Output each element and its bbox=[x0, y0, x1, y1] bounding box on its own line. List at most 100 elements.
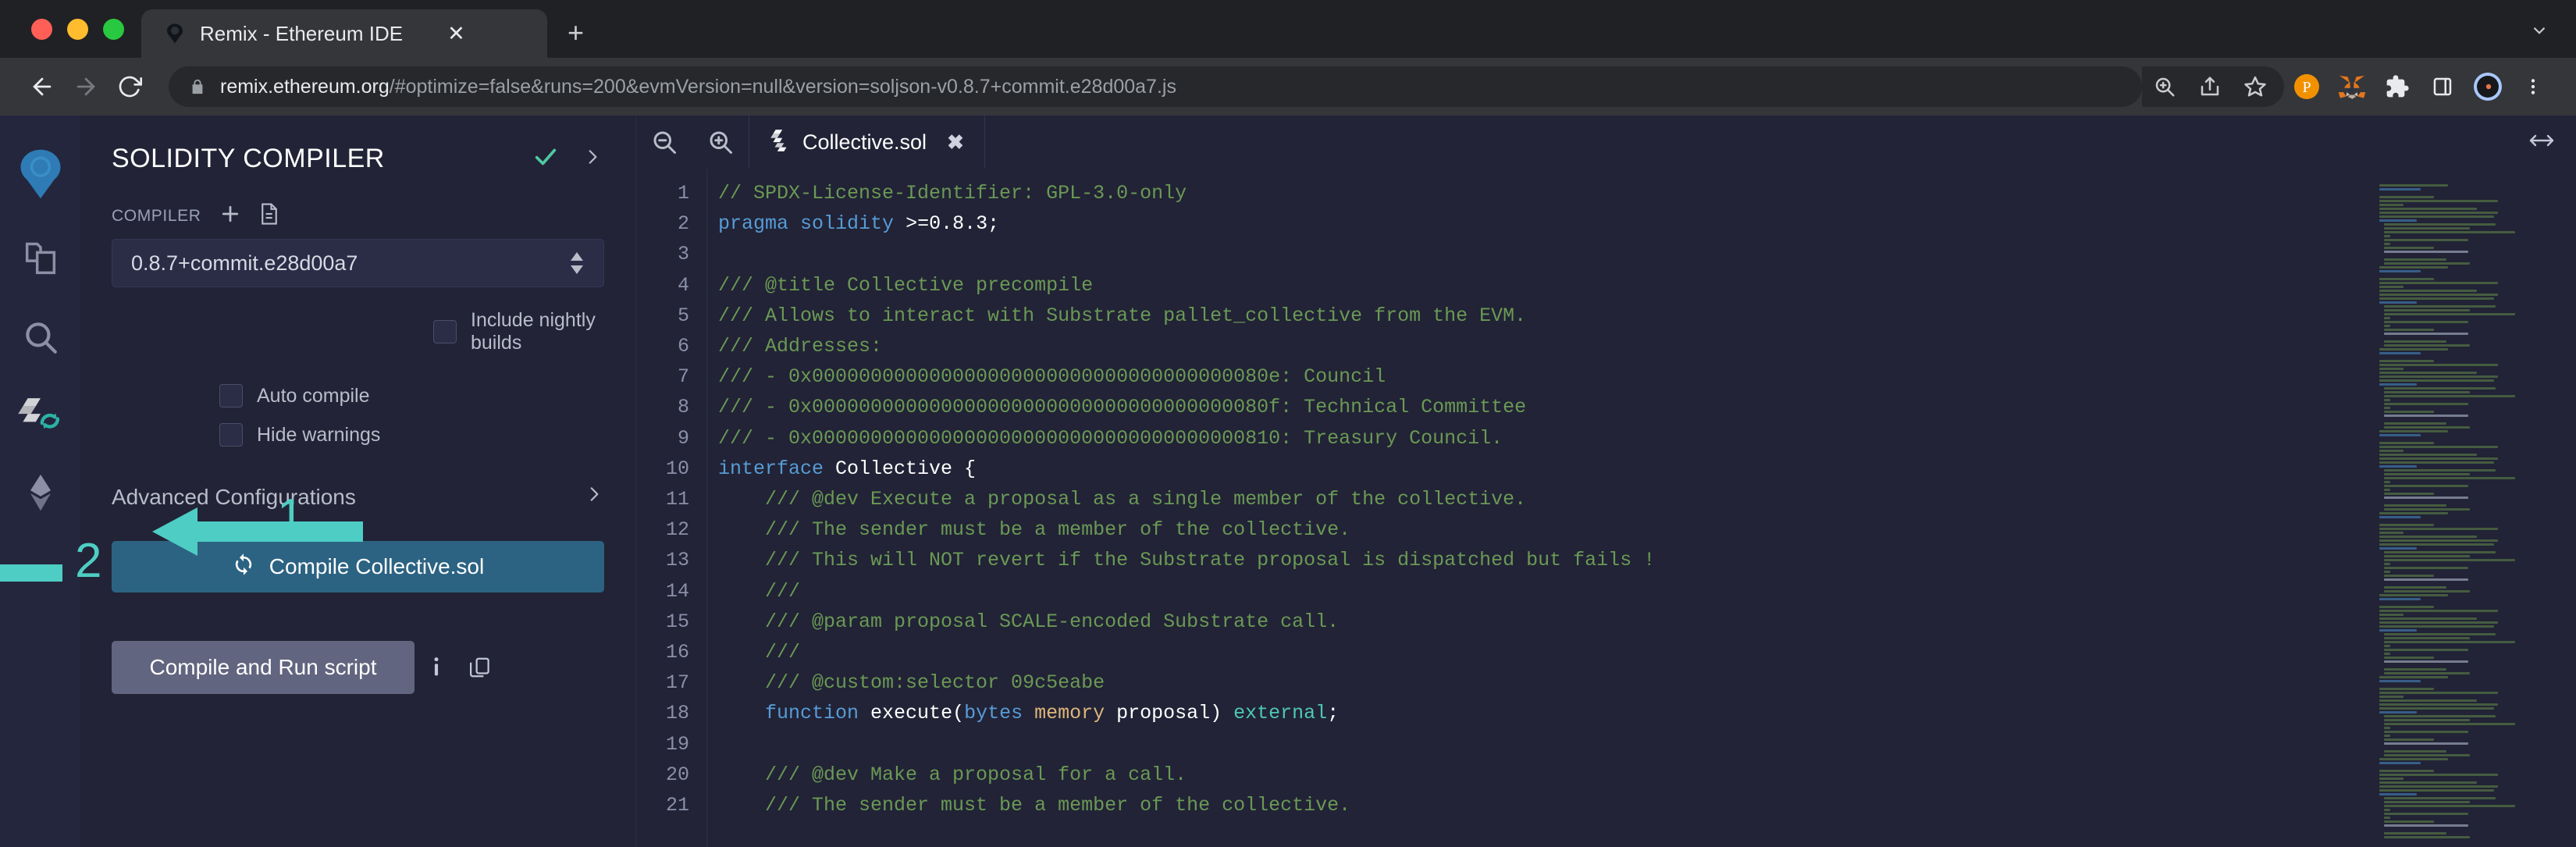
sidebar-item-search[interactable] bbox=[0, 298, 80, 376]
minimap-line bbox=[2384, 317, 2391, 319]
close-window-button[interactable] bbox=[31, 18, 52, 40]
close-icon[interactable]: ✖ bbox=[947, 130, 964, 155]
editor-file-tab[interactable]: Collective.sol ✖ bbox=[749, 116, 985, 169]
reload-icon[interactable] bbox=[108, 65, 151, 109]
profile-avatar-icon[interactable] bbox=[2465, 64, 2510, 109]
close-icon[interactable]: ✕ bbox=[447, 23, 465, 44]
hide-warnings-row[interactable]: Hide warnings bbox=[80, 407, 635, 447]
code-line[interactable]: /// The sender must be a member of the c… bbox=[718, 514, 2365, 545]
compile-and-run-script-button[interactable]: Compile and Run script bbox=[112, 641, 415, 694]
side-panel-icon[interactable] bbox=[2420, 64, 2465, 109]
minimap-line bbox=[2384, 508, 2471, 511]
code-line[interactable]: interface Collective { bbox=[718, 454, 2365, 484]
minimap-line bbox=[2384, 305, 2496, 308]
extensions-puzzle-icon[interactable] bbox=[2375, 64, 2420, 109]
minimize-window-button[interactable] bbox=[67, 18, 88, 40]
share-icon[interactable] bbox=[2187, 64, 2233, 109]
copy-icon[interactable] bbox=[458, 646, 502, 689]
hide-warnings-checkbox[interactable] bbox=[219, 423, 243, 447]
chevron-right-icon[interactable] bbox=[584, 484, 604, 510]
compiler-version-select[interactable]: 0.8.7+commit.e28d00a7 bbox=[112, 239, 604, 287]
code-line[interactable]: /// bbox=[718, 637, 2365, 667]
metamask-fox-icon[interactable] bbox=[2329, 64, 2375, 109]
code-line[interactable]: /// - 0x00000000000000000000000000000000… bbox=[718, 392, 2365, 422]
minimap-line bbox=[2384, 473, 2471, 475]
file-icon[interactable] bbox=[259, 202, 279, 230]
minimap-line bbox=[2379, 294, 2498, 296]
maximize-window-button[interactable] bbox=[103, 18, 124, 40]
minimap-line bbox=[2384, 738, 2435, 741]
minimap-line bbox=[2379, 629, 2418, 632]
address-bar[interactable]: remix.ethereum.org/#optimize=false&runs=… bbox=[169, 66, 2142, 107]
code-line[interactable]: /// @dev Make a proposal for a call. bbox=[718, 760, 2365, 790]
code-line[interactable]: /// Addresses: bbox=[718, 331, 2365, 361]
minimap-line bbox=[2379, 828, 2576, 831]
minimap-line bbox=[2379, 703, 2498, 706]
browser-tab[interactable]: Remix - Ethereum IDE ✕ bbox=[141, 9, 547, 58]
polkadot-extension-icon[interactable]: P bbox=[2284, 64, 2329, 109]
auto-compile-checkbox[interactable] bbox=[219, 384, 243, 407]
code-line[interactable]: /// bbox=[718, 576, 2365, 607]
forward-arrow-icon[interactable] bbox=[64, 65, 108, 109]
code-line[interactable]: /// This will NOT revert if the Substrat… bbox=[718, 545, 2365, 575]
chevron-updown-icon[interactable] bbox=[569, 252, 585, 274]
code-scroll-region[interactable]: 1 2 3 4 5 6 7 8 9 10 11 12 13 14 15 16 17 18 19 20 21 // SPD… bbox=[636, 169, 2365, 847]
zoom-out-icon[interactable] bbox=[636, 116, 692, 169]
code-line[interactable]: /// - 0x00000000000000000000000000000000… bbox=[718, 361, 2365, 392]
code-line[interactable]: /// @custom:selector 09c5eabe bbox=[718, 667, 2365, 698]
minimap-line bbox=[2384, 660, 2469, 663]
code-line[interactable]: function execute(bytes memory proposal) … bbox=[718, 698, 2365, 728]
code-editor[interactable]: 1 2 3 4 5 6 7 8 9 10 11 12 13 14 15 16 17 18 19 20 21 // SPD… bbox=[636, 169, 2576, 847]
include-nightly-builds-label: Include nightly builds bbox=[471, 309, 596, 354]
code-line[interactable] bbox=[718, 729, 2365, 760]
sidebar-item-file-explorer[interactable] bbox=[0, 220, 80, 298]
address-bar-host: remix.ethereum.org bbox=[220, 75, 390, 98]
info-icon[interactable] bbox=[415, 646, 458, 689]
remix-logo-icon[interactable] bbox=[0, 128, 80, 220]
zoom-search-icon[interactable] bbox=[2142, 64, 2187, 109]
sidebar-item-solidity-compiler[interactable] bbox=[0, 376, 80, 454]
code-minimap[interactable] bbox=[2365, 169, 2576, 847]
code-line[interactable]: // SPDX-License-Identifier: GPL-3.0-only bbox=[718, 178, 2365, 208]
solidity-compiler-panel: SOLIDITY COMPILER COMPILER 0.8.7+commit.… bbox=[80, 116, 636, 847]
code-line[interactable]: /// - 0x00000000000000000000000000000000… bbox=[718, 423, 2365, 454]
back-arrow-icon[interactable] bbox=[20, 65, 64, 109]
code-line[interactable]: /// The sender must be a member of the c… bbox=[718, 790, 2365, 820]
auto-compile-row[interactable]: Auto compile bbox=[80, 354, 635, 407]
minimap-line bbox=[2384, 586, 2446, 589]
include-nightly-builds-row[interactable]: Include nightly builds bbox=[433, 287, 635, 354]
minimap-line bbox=[2379, 594, 2448, 596]
minimap-line bbox=[2384, 235, 2391, 237]
browser-menu-icon[interactable] bbox=[2510, 64, 2556, 109]
code-line[interactable]: /// @title Collective precompile bbox=[718, 270, 2365, 301]
code-editor-area: Collective.sol ✖ 1 2 3 4 5 6 7 8 9 10 11 12 13 14 15 16… bbox=[0, 116, 2576, 847]
new-tab-button[interactable]: + bbox=[568, 19, 584, 47]
code-line[interactable]: /// @dev Execute a proposal as a single … bbox=[718, 484, 2365, 514]
sidebar-item-deploy-run[interactable] bbox=[0, 454, 80, 532]
line-number: 6 bbox=[677, 335, 689, 358]
minimap-line bbox=[2384, 411, 2435, 413]
compiler-version-value: 0.8.7+commit.e28d00a7 bbox=[131, 251, 358, 275]
code-line[interactable]: /// @param proposal SCALE-encoded Substr… bbox=[718, 607, 2365, 637]
check-icon[interactable] bbox=[532, 144, 559, 174]
code-line[interactable]: /// Allows to interact with Substrate pa… bbox=[718, 301, 2365, 331]
minimap-line bbox=[2379, 356, 2576, 358]
plus-icon[interactable] bbox=[219, 202, 242, 230]
code-line[interactable]: pragma solidity >=0.8.3; bbox=[718, 208, 2365, 239]
advanced-configurations-row[interactable]: Advanced Configurations bbox=[80, 447, 635, 510]
code-content[interactable]: // SPDX-License-Identifier: GPL-3.0-only… bbox=[706, 169, 2365, 847]
compile-button[interactable]: Compile Collective.sol bbox=[112, 541, 604, 593]
code-token: // SPDX-License-Identifier: GPL-3.0-only bbox=[718, 182, 1187, 205]
bookmark-star-icon[interactable] bbox=[2233, 64, 2278, 109]
minimap-line bbox=[2379, 598, 2421, 600]
solidity-file-icon bbox=[770, 129, 790, 156]
chevron-down-icon[interactable] bbox=[2529, 20, 2576, 45]
horizontal-resize-icon[interactable] bbox=[2526, 130, 2576, 155]
line-number: 16 bbox=[665, 641, 689, 664]
include-nightly-builds-checkbox[interactable] bbox=[433, 320, 457, 343]
window-traffic-lights bbox=[23, 0, 141, 58]
chevron-right-icon[interactable] bbox=[582, 147, 603, 171]
code-line[interactable] bbox=[718, 239, 2365, 269]
zoom-in-icon[interactable] bbox=[692, 116, 749, 169]
code-token: external bbox=[1233, 702, 1328, 725]
